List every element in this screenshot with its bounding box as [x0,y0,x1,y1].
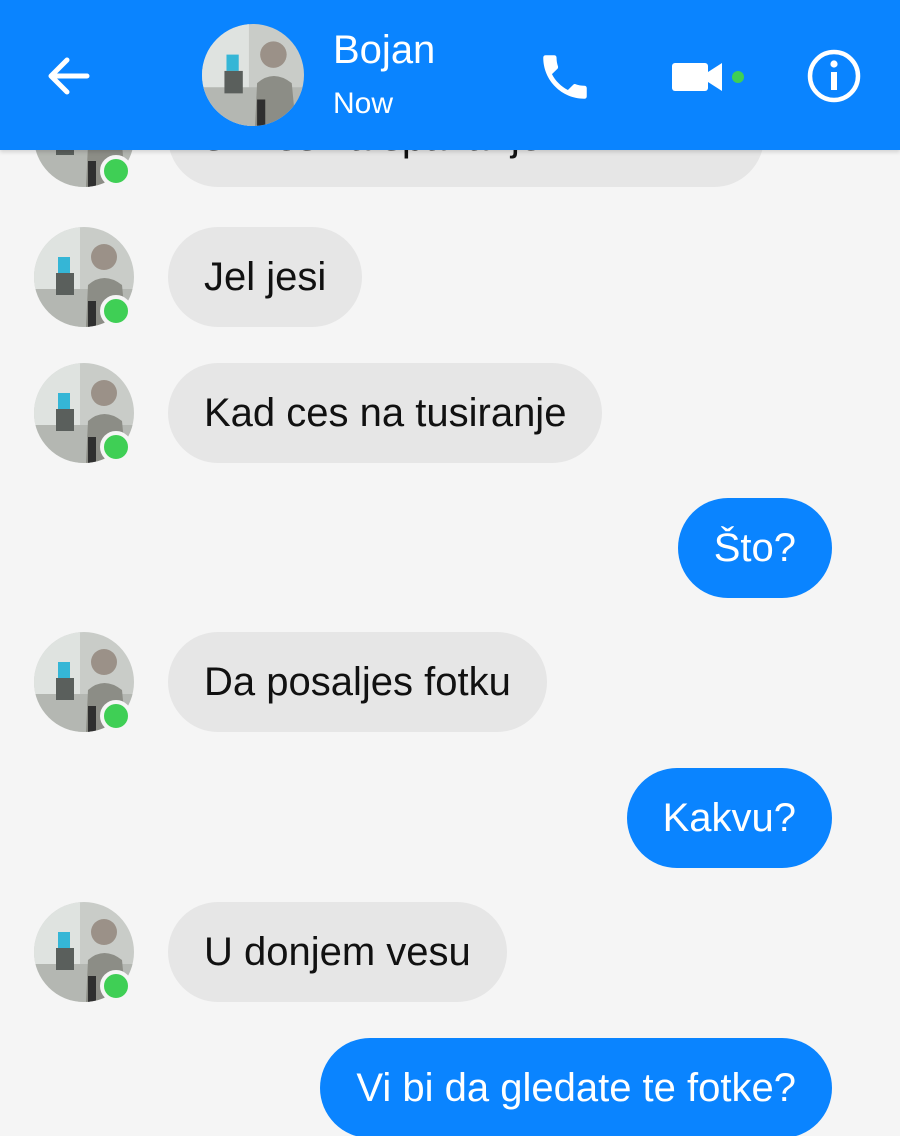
chat-header: Bojan Now [0,0,900,150]
outgoing-message[interactable]: Što? [677,498,832,598]
info-icon [807,49,861,103]
incoming-message[interactable]: Jel jesi [168,227,363,327]
online-indicator [100,970,132,1002]
contact-name[interactable]: Bojan [333,24,435,76]
call-button[interactable] [530,42,600,112]
online-indicator [100,155,132,187]
outgoing-message[interactable]: Vi bi da gledate te fotke? [320,1038,832,1136]
outgoing-message[interactable]: Kakvu? [626,768,832,868]
info-button[interactable] [800,42,868,110]
video-call-button[interactable] [664,44,756,108]
incoming-message[interactable]: U donjem vesu [168,902,507,1002]
contact-avatar[interactable] [202,24,304,126]
phone-icon [543,55,587,99]
arrow-left-icon [48,57,90,95]
incoming-message[interactable]: Kad ces na tusiranje [168,363,603,463]
incoming-message[interactable]: skines za spavanje [168,150,764,187]
online-indicator [100,700,132,732]
online-indicator [100,431,132,463]
back-button[interactable] [36,44,100,108]
message-list[interactable]: skines za spavanje Jel jesi Kad ces na t… [0,150,900,1136]
incoming-message[interactable]: Da posaljes fotku [168,632,547,732]
video-camera-icon [672,63,744,91]
contact-status: Now [333,87,394,120]
online-indicator [100,295,132,327]
